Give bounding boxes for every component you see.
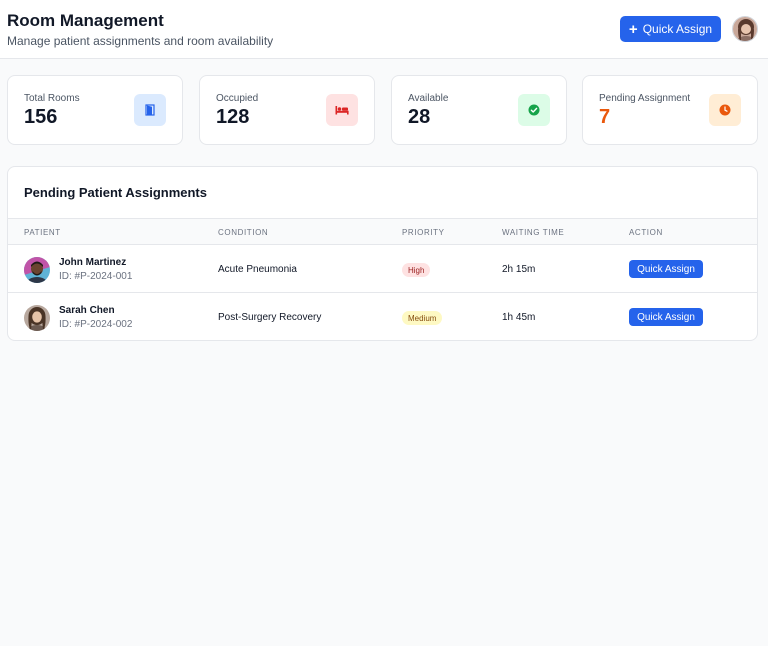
- stat-value: 128: [216, 106, 250, 128]
- page-subtitle: Manage patient assignments and room avai…: [7, 34, 274, 48]
- stat-label: Pending Assignment: [599, 93, 691, 104]
- stat-label: Occupied: [216, 93, 259, 104]
- stat-label: Total Rooms: [24, 93, 80, 104]
- stat-value: 7: [599, 106, 611, 128]
- column-header-waiting-time: WAITING TIME: [502, 228, 565, 237]
- waiting-time: 1h 45m: [502, 312, 536, 323]
- door-icon: [134, 94, 166, 126]
- pending-assignments-table: Pending Patient Assignments PATIENT COND…: [7, 166, 758, 341]
- plus-icon: +: [628, 20, 638, 38]
- quick-assign-row-button[interactable]: Quick Assign: [629, 260, 703, 278]
- patient-condition: Acute Pneumonia: [218, 264, 297, 275]
- user-avatar[interactable]: [732, 16, 758, 42]
- patient-avatar: [24, 257, 50, 283]
- stat-value: 28: [408, 106, 431, 128]
- quick-assign-button[interactable]: + Quick Assign: [620, 16, 721, 42]
- priority-badge: Medium: [402, 311, 443, 325]
- bed-icon: [326, 94, 358, 126]
- quick-assign-label: Quick Assign: [642, 22, 713, 36]
- stat-label: Available: [408, 93, 449, 104]
- stat-card-available: Available 28: [391, 75, 567, 145]
- table-title: Pending Patient Assignments: [24, 185, 207, 200]
- check-circle-icon: [518, 94, 550, 126]
- patient-avatar: [24, 305, 50, 331]
- patient-id: ID: #P-2024-001: [59, 271, 133, 282]
- column-header-condition: CONDITION: [218, 228, 269, 237]
- patient-id: ID: #P-2024-002: [59, 319, 133, 330]
- table-row: Sarah Chen ID: #P-2024-002 Post-Surgery …: [8, 293, 757, 340]
- column-header-priority: PRIORITY: [402, 228, 445, 237]
- page-title: Room Management: [7, 11, 164, 30]
- stat-card-total-rooms: Total Rooms 156: [7, 75, 183, 145]
- table-row: John Martinez ID: #P-2024-001 Acute Pneu…: [8, 245, 757, 293]
- user-avatar-image: [733, 17, 757, 41]
- patient-condition: Post-Surgery Recovery: [218, 312, 322, 323]
- patient-name: John Martinez: [59, 257, 127, 268]
- patient-name: Sarah Chen: [59, 305, 115, 316]
- stat-card-occupied: Occupied 128: [199, 75, 375, 145]
- stat-card-pending: Pending Assignment 7: [582, 75, 758, 145]
- priority-badge: High: [402, 263, 431, 277]
- stat-value: 156: [24, 106, 58, 128]
- waiting-time: 2h 15m: [502, 264, 536, 275]
- column-header-action: ACTION: [629, 228, 663, 237]
- page-header: Room Management Manage patient assignmen…: [0, 0, 768, 59]
- column-header-patient: PATIENT: [24, 228, 61, 237]
- quick-assign-row-button[interactable]: Quick Assign: [629, 308, 703, 326]
- clock-icon: [709, 94, 741, 126]
- table-header: PATIENT CONDITION PRIORITY WAITING TIME …: [8, 218, 757, 245]
